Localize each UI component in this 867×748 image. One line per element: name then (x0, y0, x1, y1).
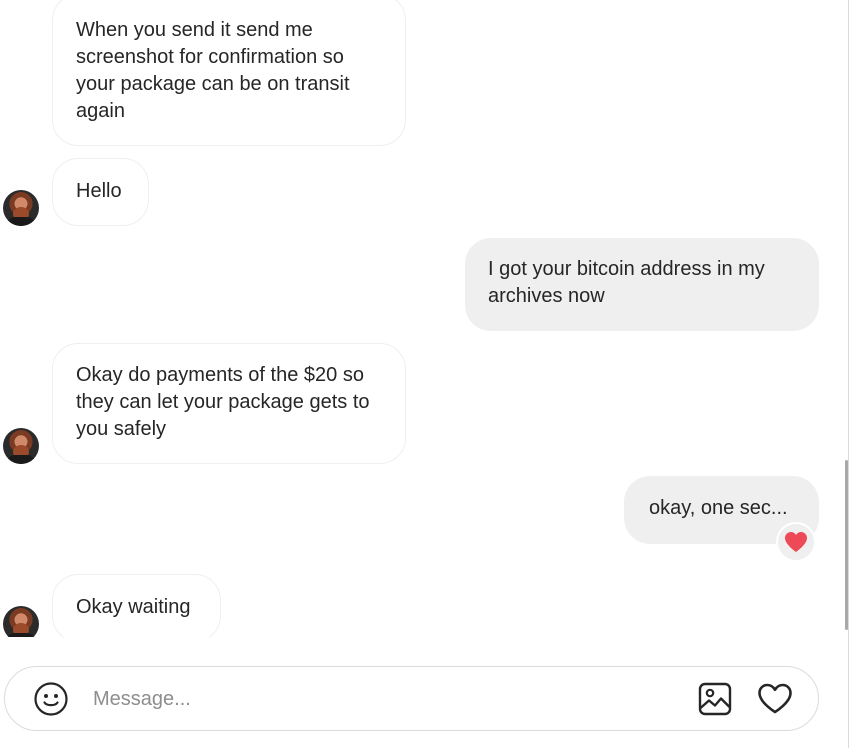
message-text: okay, one sec... (649, 497, 788, 519)
avatar-shirt (7, 455, 35, 464)
message-composer (4, 666, 819, 731)
smiley-face-icon (34, 682, 68, 716)
sender-avatar[interactable] (3, 190, 39, 226)
message-thread[interactable]: When you send it send me screenshot for … (0, 0, 848, 637)
message-bubble-incoming[interactable]: Okay do payments of the $20 so they can … (52, 343, 406, 464)
message-text: When you send it send me screenshot for … (76, 19, 350, 122)
message-bubble-outgoing[interactable]: I got your bitcoin address in my archive… (465, 238, 819, 331)
avatar-shirt (7, 217, 35, 226)
message-input[interactable] (93, 681, 673, 717)
panel-divider (848, 0, 849, 748)
direct-message-window: When you send it send me screenshot for … (0, 0, 867, 748)
message-bubble-incoming[interactable]: When you send it send me screenshot for … (52, 0, 406, 146)
message-bubble-incoming[interactable]: Okay waiting (52, 574, 221, 637)
heart-icon (785, 532, 807, 552)
message-bubble-incoming[interactable]: Hello (52, 158, 149, 226)
sender-avatar[interactable] (3, 428, 39, 464)
heart-outline-icon (758, 683, 792, 714)
avatar-shirt (7, 633, 35, 637)
message-text: Okay waiting (76, 596, 191, 618)
emoji-button[interactable] (33, 681, 69, 717)
message-text: I got your bitcoin address in my archive… (488, 258, 765, 307)
attach-image-button[interactable] (697, 681, 733, 717)
message-text: Hello (76, 180, 122, 202)
message-text: Okay do payments of the $20 so they can … (76, 364, 370, 440)
like-button[interactable] (757, 681, 793, 717)
image-icon (698, 682, 732, 716)
sender-avatar[interactable] (3, 606, 39, 637)
message-reaction[interactable] (776, 522, 816, 562)
